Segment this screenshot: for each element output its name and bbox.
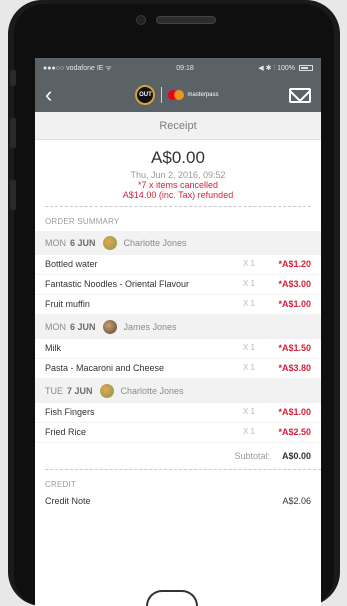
day-name: MON	[45, 238, 66, 248]
clock: 09:18	[176, 64, 194, 72]
subtotal-row: Subtotal: A$0.00	[45, 443, 321, 470]
day-header: MON 6 JUN James Jones	[35, 315, 321, 339]
item-qty: X 1	[242, 407, 255, 416]
item-price: *A$1.00	[278, 407, 311, 417]
item-price: *A$3.80	[278, 363, 311, 373]
item-qty: X 1	[242, 343, 255, 352]
brand-logo: OUT	[135, 85, 156, 105]
app-screen: ●●●○○ vodafone IE ᯤ 09:18 ◀ ✱ ⫶ 100% ‹ O…	[35, 58, 321, 606]
mail-icon[interactable]	[288, 87, 311, 103]
masterpass-logo: masterpass	[168, 90, 219, 100]
person-name: Charlotte Jones	[123, 238, 187, 248]
item-price: *A$1.20	[278, 259, 311, 269]
battery-icon	[299, 64, 313, 71]
item-name: Fantastic Noodles - Oriental Flavour	[45, 279, 190, 289]
item-price: *A$3.00	[278, 279, 311, 289]
earpiece-speaker	[156, 16, 216, 24]
item-name: Bottled water	[45, 259, 98, 269]
day-header: MON 6 JUN Charlotte Jones	[35, 231, 321, 255]
item-qty: X 1	[242, 259, 255, 268]
credit-label: Credit Note	[45, 496, 91, 506]
subtotal-value: A$0.00	[281, 451, 311, 461]
list-item: Fried Rice X 1 *A$2.50	[35, 423, 321, 443]
status-right: ◀ ✱ ⫶ 100%	[258, 64, 313, 73]
mastercard-circles-icon	[168, 90, 185, 100]
avatar	[102, 236, 117, 250]
page-title: Receipt	[35, 112, 321, 140]
volume-up-button	[10, 118, 16, 148]
credit-value: A$2.06	[282, 496, 311, 506]
day-date: 6 JUN	[70, 238, 96, 248]
day-date: 7 JUN	[67, 386, 93, 396]
person-name: Charlotte Jones	[120, 386, 184, 396]
receipt-summary: A$0.00 Thu, Jun 2, 2016, 09:52 *7 x item…	[45, 140, 311, 207]
list-item: Fish Fingers X 1 *A$1.00	[35, 403, 321, 423]
item-price: *A$1.00	[278, 299, 311, 309]
credit-heading: CREDIT	[45, 480, 76, 489]
day-date: 6 JUN	[70, 322, 96, 332]
volume-down-button	[10, 180, 16, 210]
list-item: Fruit muffin X 1 *A$1.00	[35, 295, 321, 315]
mute-switch	[10, 70, 16, 86]
subtotal-label: Subtotal:	[234, 451, 270, 461]
item-name: Pasta - Macaroni and Cheese	[45, 363, 165, 373]
brand-divider	[161, 87, 163, 103]
home-button	[146, 590, 198, 606]
refund-notice: A$14.00 (inc. Tax) refunded	[122, 190, 234, 200]
item-price: *A$1.50	[278, 343, 311, 353]
back-button[interactable]: ‹	[45, 84, 65, 106]
total-amount: A$0.00	[151, 148, 205, 167]
cancelled-notice: *7 x items cancelled	[137, 180, 219, 190]
item-price: *A$2.50	[278, 427, 311, 437]
day-header: TUE 7 JUN Charlotte Jones	[35, 379, 321, 403]
avatar	[99, 384, 114, 398]
front-camera	[136, 15, 146, 25]
list-item: Milk X 1 *A$1.50	[35, 339, 321, 359]
day-name: TUE	[45, 386, 63, 396]
item-qty: X 1	[242, 363, 255, 372]
day-name: MON	[45, 322, 66, 332]
avatar	[102, 320, 117, 334]
person-name: James Jones	[123, 322, 177, 332]
receipt-datetime: Thu, Jun 2, 2016, 09:52	[130, 170, 226, 180]
status-bar: ●●●○○ vodafone IE ᯤ 09:18 ◀ ✱ ⫶ 100%	[35, 58, 321, 78]
item-qty: X 1	[242, 279, 255, 288]
order-summary-heading: ORDER SUMMARY	[45, 217, 120, 226]
item-name: Milk	[45, 343, 61, 353]
list-item: Fantastic Noodles - Oriental Flavour X 1…	[35, 275, 321, 295]
list-item: Bottled water X 1 *A$1.20	[35, 255, 321, 275]
list-item: Pasta - Macaroni and Cheese X 1 *A$3.80	[35, 359, 321, 379]
masterpass-label: masterpass	[187, 92, 219, 98]
carrier-label: ●●●○○ vodafone IE ᯤ	[43, 64, 112, 72]
brand-logos: OUT masterpass	[135, 85, 219, 105]
credit-row: Credit Note A$2.06	[35, 494, 321, 508]
item-qty: X 1	[242, 299, 255, 308]
item-name: Fried Rice	[45, 427, 87, 437]
item-name: Fish Fingers	[45, 407, 95, 417]
item-qty: X 1	[242, 427, 255, 436]
nav-bar: ‹ OUT masterpass	[35, 78, 321, 112]
status-icons: ◀ ✱ ⫶ 100%	[258, 64, 296, 72]
item-name: Fruit muffin	[45, 299, 90, 309]
